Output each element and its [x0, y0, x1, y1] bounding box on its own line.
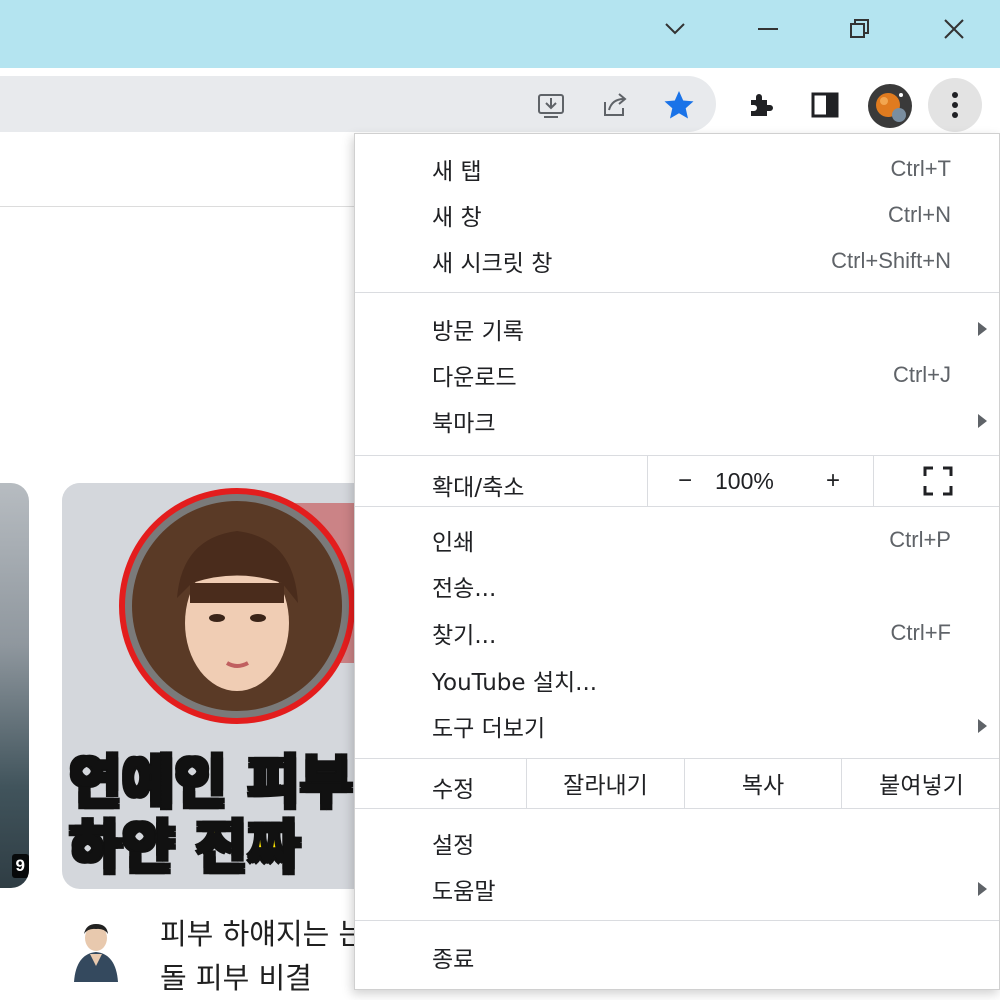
menu-item-history[interactable]: 방문 기록 [355, 306, 999, 352]
thumbnail-portrait-image [62, 483, 362, 743]
zoom-out-button[interactable]: − [655, 456, 715, 506]
video-thumbnail[interactable]: 연예인 피부 하얀 진짜 [62, 483, 362, 889]
channel-avatar[interactable] [70, 922, 122, 982]
menu-item-shortcut: Ctrl+Shift+N [831, 248, 951, 273]
menu-item-cast[interactable]: 전송... [355, 563, 999, 609]
menu-item-shortcut: Ctrl+P [889, 527, 951, 552]
menu-item-label: 새 탭 [432, 159, 482, 185]
menu-item-new-tab[interactable]: 새 탭 Ctrl+T [355, 146, 999, 192]
profile-avatar[interactable] [867, 83, 913, 129]
menu-kebab-icon[interactable] [928, 78, 982, 132]
menu-item-label: 도구 더보기 [432, 716, 546, 742]
chrome-main-menu: 새 탭 Ctrl+T 새 창 Ctrl+N 새 시크릿 창 Ctrl+Shift… [354, 133, 1000, 990]
video-thumbnail-left[interactable]: 9 [0, 483, 29, 888]
title-bar [0, 0, 1000, 68]
submenu-arrow-icon [978, 882, 987, 896]
thumbnail-caption-line2: 하얀 진짜 [69, 815, 302, 883]
menu-item-help[interactable]: 도움말 [355, 866, 999, 912]
menu-separator [355, 292, 999, 293]
menu-item-label: 종료 [432, 947, 475, 973]
fullscreen-icon[interactable] [874, 456, 999, 506]
menu-item-label: 다운로드 [432, 365, 517, 391]
zoom-divider [647, 456, 648, 506]
menu-item-shortcut: Ctrl+N [888, 202, 951, 227]
menu-item-label: 방문 기록 [432, 319, 524, 345]
submenu-arrow-icon [978, 322, 987, 336]
menu-item-install-youtube[interactable]: YouTube 설치... [355, 657, 999, 703]
menu-zoom-row: 확대/축소 − 100% + [355, 456, 999, 506]
extensions-puzzle-icon[interactable] [742, 86, 780, 124]
edit-label: 수정 [432, 777, 475, 803]
menu-item-shortcut: Ctrl+F [890, 620, 952, 645]
menu-item-shortcut: Ctrl+J [892, 362, 951, 387]
menu-item-more-tools[interactable]: 도구 더보기 [355, 703, 999, 749]
submenu-arrow-icon [978, 719, 987, 733]
close-icon[interactable] [926, 0, 982, 58]
menu-item-new-window[interactable]: 새 창 Ctrl+N [355, 192, 999, 238]
menu-item-label: YouTube 설치... [432, 670, 598, 696]
install-app-icon[interactable] [532, 86, 570, 124]
paste-button[interactable]: 붙여넣기 [842, 758, 999, 808]
zoom-in-button[interactable]: + [803, 456, 863, 506]
menu-item-downloads[interactable]: 다운로드 Ctrl+J [355, 352, 999, 398]
zoom-label: 확대/축소 [432, 475, 525, 501]
menu-item-exit[interactable]: 종료 [355, 934, 999, 980]
menu-item-label: 도움말 [432, 879, 496, 905]
menu-item-label: 전송... [432, 576, 497, 602]
video-duration-badge: 9 [11, 854, 29, 878]
menu-item-label: 새 창 [432, 205, 482, 231]
share-icon[interactable] [596, 86, 634, 124]
bookmark-star-icon[interactable] [660, 86, 698, 124]
menu-item-print[interactable]: 인쇄 Ctrl+P [355, 517, 999, 563]
menu-item-label: 새 시크릿 창 [432, 251, 553, 277]
header-divider [0, 206, 360, 207]
menu-item-label: 북마크 [432, 411, 496, 437]
menu-item-settings[interactable]: 설정 [355, 820, 999, 866]
menu-separator [355, 920, 999, 921]
minimize-icon[interactable] [740, 0, 796, 58]
menu-item-new-incognito-window[interactable]: 새 시크릿 창 Ctrl+Shift+N [355, 238, 999, 284]
menu-item-bookmarks[interactable]: 북마크 [355, 398, 999, 444]
menu-item-label: 찾기... [432, 623, 497, 649]
submenu-arrow-icon [978, 414, 987, 428]
menu-item-label: 인쇄 [432, 530, 475, 556]
tab-search-chevron-icon[interactable] [648, 0, 702, 58]
menu-edit-row: 수정 잘라내기 복사 붙여넣기 [355, 758, 999, 808]
restore-icon[interactable] [832, 0, 888, 58]
menu-item-label: 설정 [432, 833, 475, 859]
menu-item-shortcut: Ctrl+T [890, 156, 952, 181]
menu-separator [355, 506, 999, 507]
side-panel-icon[interactable] [806, 86, 844, 124]
menu-item-find[interactable]: 찾기... Ctrl+F [355, 610, 999, 656]
zoom-level-value: 100% [715, 468, 774, 494]
browser-toolbar [0, 68, 1000, 140]
menu-separator [355, 808, 999, 809]
copy-button[interactable]: 복사 [685, 758, 841, 808]
cut-button[interactable]: 잘라내기 [527, 758, 684, 808]
